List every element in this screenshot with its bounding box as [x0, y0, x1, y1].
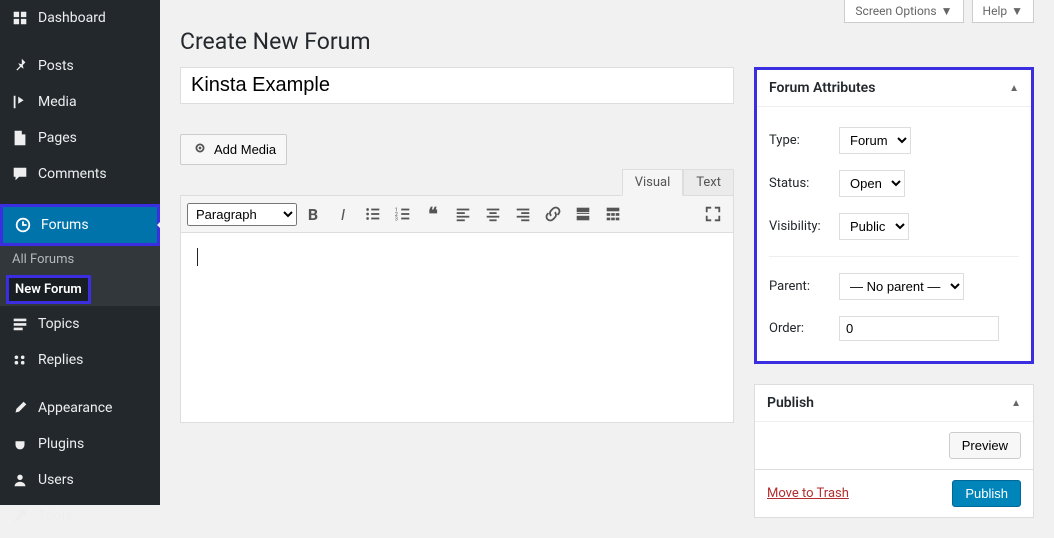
media-icon [10, 92, 30, 112]
sidebar-item-comments[interactable]: Comments [0, 156, 160, 192]
sidebar-item-topics[interactable]: Topics [0, 306, 160, 342]
number-list-button[interactable]: 123 [389, 200, 417, 228]
sidebar-label: Plugins [38, 436, 84, 452]
status-select[interactable]: Open [839, 170, 905, 197]
publish-metabox: Publish ▲ Preview Move to Trash Publish [754, 384, 1034, 518]
move-to-trash-link[interactable]: Move to Trash [767, 486, 849, 501]
text-tab[interactable]: Text [683, 169, 734, 196]
metabox-heading[interactable]: Forum Attributes ▲ [757, 70, 1031, 107]
quote-button[interactable]: ❝ [419, 200, 447, 228]
sidebar-label: Comments [38, 166, 107, 182]
sidebar-label: Tools [38, 508, 72, 524]
preview-button[interactable]: Preview [949, 432, 1021, 459]
sidebar-label: Dashboard [38, 10, 106, 26]
admin-sidebar: Dashboard Posts Media Pages Comments For… [0, 0, 160, 505]
status-label: Status: [769, 176, 839, 191]
page-title: Create New Forum [180, 28, 1034, 55]
order-input[interactable] [839, 316, 999, 341]
sidebar-item-forums[interactable]: Forums [3, 207, 157, 243]
parent-label: Parent: [769, 279, 839, 294]
pin-icon [10, 56, 30, 76]
chevron-down-icon: ▼ [941, 4, 953, 18]
visual-tab[interactable]: Visual [622, 169, 684, 196]
sidebar-sub-new-forum[interactable]: New Forum [9, 278, 88, 301]
readmore-button[interactable] [569, 200, 597, 228]
sidebar-item-posts[interactable]: Posts [0, 48, 160, 84]
paragraph-select[interactable]: Paragraph [187, 203, 297, 226]
user-icon [10, 470, 30, 490]
svg-text:3: 3 [395, 216, 398, 222]
publish-button[interactable]: Publish [952, 480, 1021, 507]
sidebar-label: Replies [38, 352, 83, 368]
screen-options-tab[interactable]: Screen Options▼ [844, 0, 963, 23]
forum-icon [13, 215, 33, 235]
align-left-button[interactable] [449, 200, 477, 228]
reply-icon [10, 350, 30, 370]
sidebar-item-users[interactable]: Users [0, 462, 160, 498]
order-label: Order: [769, 321, 839, 336]
sidebar-label: Pages [38, 130, 77, 146]
link-button[interactable] [539, 200, 567, 228]
sidebar-item-plugins[interactable]: Plugins [0, 426, 160, 462]
chevron-up-icon[interactable]: ▲ [1009, 83, 1019, 94]
chevron-up-icon[interactable]: ▲ [1011, 398, 1021, 409]
editor-body[interactable] [180, 233, 734, 423]
page-icon [10, 128, 30, 148]
fullscreen-button[interactable] [699, 200, 727, 228]
help-tab[interactable]: Help▼ [972, 0, 1034, 23]
sidebar-label: Appearance [38, 400, 112, 416]
sidebar-item-replies[interactable]: Replies [0, 342, 160, 378]
chevron-down-icon: ▼ [1011, 4, 1023, 18]
topic-icon [10, 314, 30, 334]
italic-button[interactable]: I [329, 200, 357, 228]
sidebar-sub-all-forums[interactable]: All Forums [0, 246, 160, 273]
type-label: Type: [769, 133, 839, 148]
forum-attributes-metabox: Forum Attributes ▲ Type: Forum Status: O… [754, 67, 1034, 364]
sidebar-item-media[interactable]: Media [0, 84, 160, 120]
toolbar-toggle-button[interactable] [599, 200, 627, 228]
bullet-list-button[interactable] [359, 200, 387, 228]
dashboard-icon [10, 8, 30, 28]
parent-select[interactable]: — No parent — [839, 273, 964, 300]
sidebar-label: Forums [41, 217, 89, 233]
metabox-heading[interactable]: Publish ▲ [755, 385, 1033, 422]
comment-icon [10, 164, 30, 184]
align-right-button[interactable] [509, 200, 537, 228]
visibility-label: Visibility: [769, 219, 839, 234]
plug-icon [10, 434, 30, 454]
sidebar-submenu: All Forums New Forum [0, 246, 160, 306]
sidebar-label: Posts [38, 58, 74, 74]
sidebar-item-pages[interactable]: Pages [0, 120, 160, 156]
add-media-button[interactable]: Add Media [180, 134, 287, 165]
sidebar-label: Media [38, 94, 77, 110]
bold-button[interactable]: B [299, 200, 327, 228]
forum-title-input[interactable] [180, 67, 734, 104]
tool-icon [10, 506, 30, 526]
sidebar-item-dashboard[interactable]: Dashboard [0, 0, 160, 36]
editor-toolbar: Paragraph B I 123 ❝ [180, 195, 734, 233]
sidebar-item-tools[interactable]: Tools [0, 498, 160, 534]
sidebar-label: Topics [38, 316, 79, 332]
sidebar-label: Users [38, 472, 74, 488]
media-icon [191, 139, 209, 160]
visibility-select[interactable]: Public [839, 213, 909, 240]
sidebar-item-appearance[interactable]: Appearance [0, 390, 160, 426]
brush-icon [10, 398, 30, 418]
type-select[interactable]: Forum [839, 127, 911, 154]
align-center-button[interactable] [479, 200, 507, 228]
